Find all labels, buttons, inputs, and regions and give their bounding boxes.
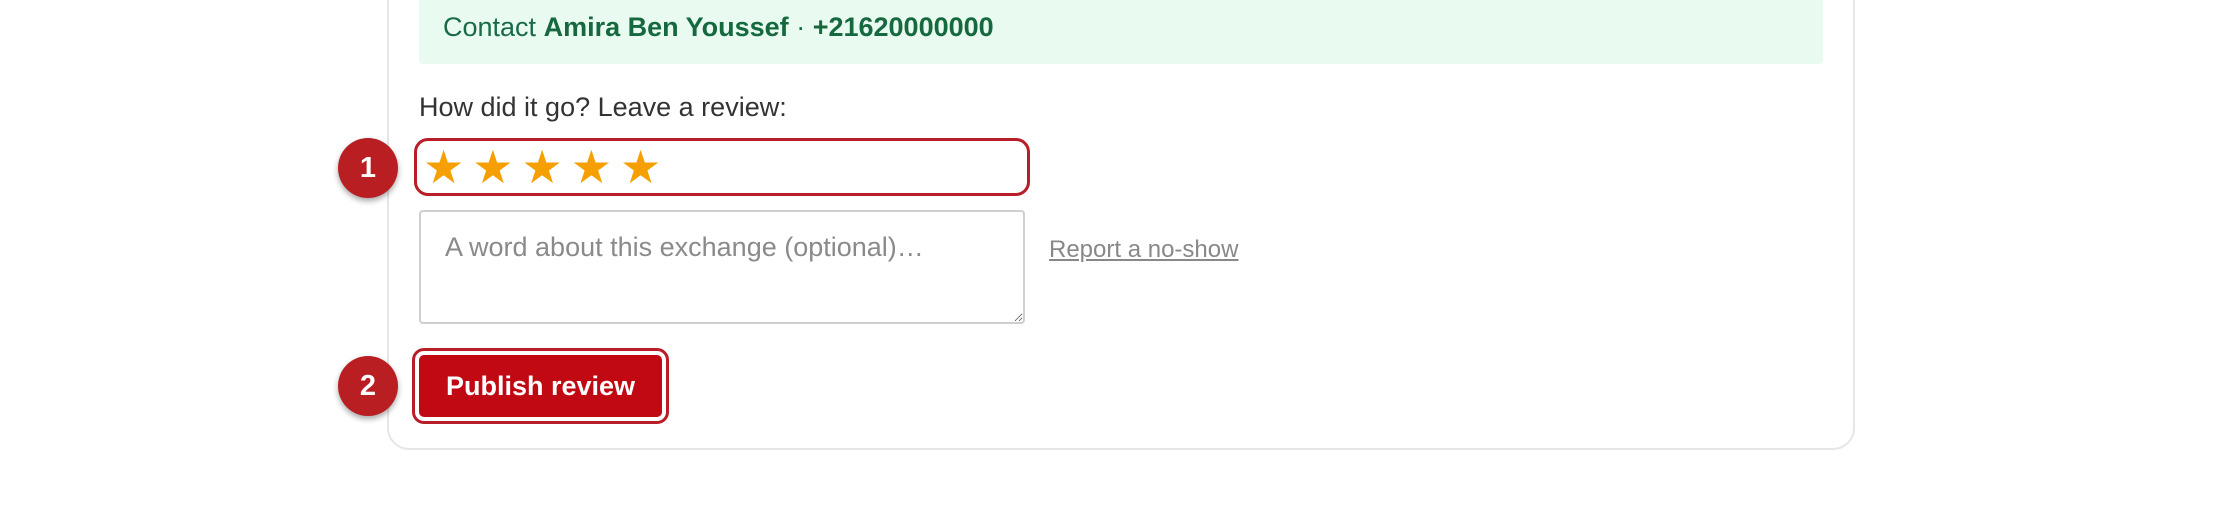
step-badge-1: 1 [338,138,398,198]
star-rating[interactable]: ★ ★ ★ ★ ★ [414,138,1030,196]
star-icon-2[interactable]: ★ [472,144,513,190]
publish-review-button[interactable]: Publish review [419,355,662,417]
contact-info-banner: Contact Amira Ben Youssef · +21620000000 [419,0,1823,64]
step-badge-2: 2 [338,356,398,416]
contact-separator: · [796,11,806,42]
contact-name: Amira Ben Youssef [543,11,789,42]
star-icon-1[interactable]: ★ [423,144,464,190]
review-prompt: How did it go? Leave a review: [419,92,787,122]
review-comment-field[interactable] [419,210,1025,324]
contact-prefix: Contact [443,11,537,42]
star-icon-4[interactable]: ★ [571,144,612,190]
contact-phone: +21620000000 [812,11,994,42]
star-icon-5[interactable]: ★ [620,144,661,190]
report-no-show-link[interactable]: Report a no-show [1049,236,1238,264]
star-icon-3[interactable]: ★ [522,144,563,190]
